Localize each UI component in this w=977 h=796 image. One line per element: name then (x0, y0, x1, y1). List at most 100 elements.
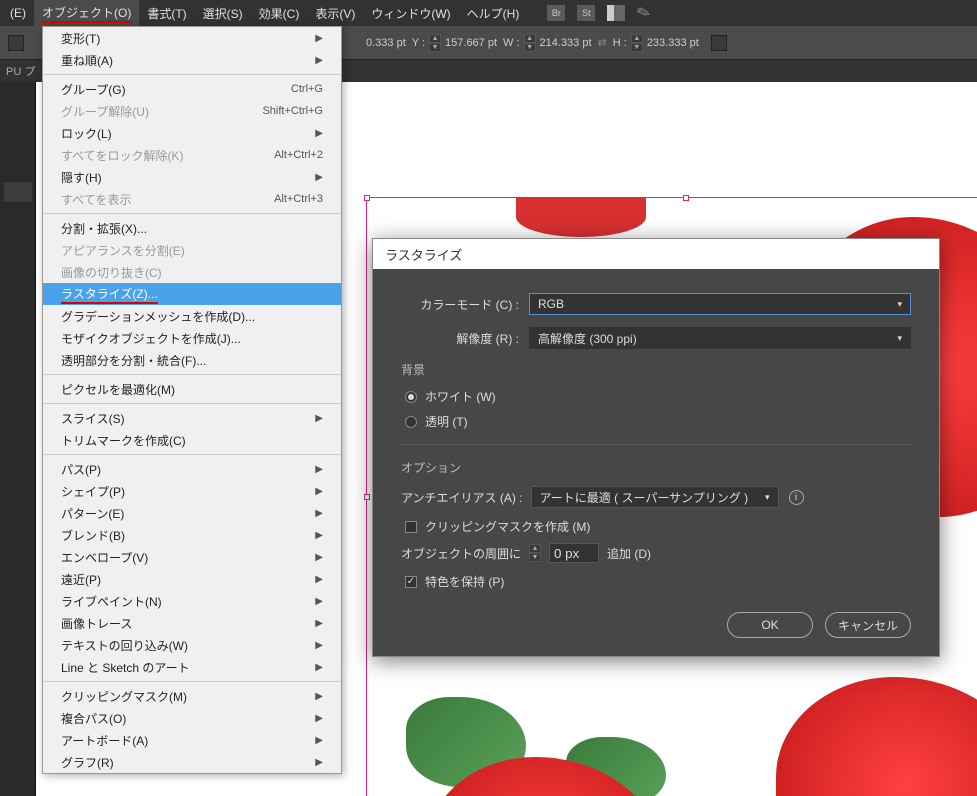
antialias-select[interactable]: アートに最適 ( スーパーサンプリング )▾ (531, 486, 779, 508)
menu-separator (43, 403, 341, 404)
menu-item-label: 複合パス(O) (61, 710, 126, 727)
arrange-icon[interactable] (607, 5, 625, 21)
menu-edit[interactable]: (E) (2, 0, 34, 26)
menu-item[interactable]: Line と Sketch のアート▶ (43, 656, 341, 678)
stock-icon[interactable]: St (577, 5, 595, 21)
menu-item-label: エンベロープ(V) (61, 549, 148, 566)
menu-item[interactable]: 画像トレース ▶ (43, 612, 341, 634)
menu-item[interactable]: 重ね順(A) ▶ (43, 49, 341, 71)
menu-item[interactable]: 隠す(H) ▶ (43, 166, 341, 188)
menu-item[interactable]: トリムマークを作成(C) (43, 429, 341, 451)
menu-effect[interactable]: 効果(C) (251, 0, 308, 26)
menu-item: すべてをロック解除(K) Alt+Ctrl+2 (43, 144, 341, 166)
menu-item-label: 遠近(P) (61, 571, 101, 588)
menu-item[interactable]: アートボード(A)▶ (43, 729, 341, 751)
selection-handle[interactable] (364, 195, 370, 201)
w-spinner[interactable]: ▲▼ (524, 34, 536, 52)
menu-type[interactable]: 書式(T) (139, 0, 194, 26)
menu-item[interactable]: グラフ(R)▶ (43, 751, 341, 773)
bridge-icon[interactable]: Br (547, 5, 565, 21)
menu-help[interactable]: ヘルプ(H) (459, 0, 528, 26)
h-spinner[interactable]: ▲▼ (631, 34, 643, 52)
menu-view[interactable]: 表示(V) (307, 0, 363, 26)
color-mode-select[interactable]: RGB▾ (529, 293, 911, 315)
submenu-arrow-icon: ▶ (315, 55, 323, 66)
menu-item[interactable]: 透明部分を分割・統合(F)... (43, 349, 341, 371)
menu-item[interactable]: グループ(G)Ctrl+G (43, 78, 341, 100)
menu-item-label: ブレンド(B) (61, 527, 125, 544)
panel-tab[interactable] (4, 182, 32, 202)
menu-item[interactable]: パターン(E)▶ (43, 502, 341, 524)
bg-transparent-radio[interactable]: 透明 (T) (401, 413, 911, 430)
submenu-arrow-icon: ▶ (315, 172, 323, 183)
resolution-label: 解像度 (R) : (401, 330, 529, 347)
transform-icon[interactable] (711, 35, 727, 51)
menu-window[interactable]: ウィンドウ(W) (363, 0, 458, 26)
menu-item-label: 隠す(H) (61, 169, 102, 186)
menu-item[interactable]: クリッピングマスク(M)▶ (43, 685, 341, 707)
menu-item-label: 重ね順(A) (61, 52, 113, 69)
menu-item[interactable]: ラスタライズ(Z)... (43, 283, 341, 305)
info-icon[interactable]: i (789, 490, 804, 505)
menu-item[interactable]: 変形(T)▶ (43, 27, 341, 49)
selection-handle[interactable] (683, 195, 689, 201)
menu-item[interactable]: 分割・拡張(X)... (43, 217, 341, 239)
submenu-arrow-icon: ▶ (315, 33, 323, 44)
clip-mask-checkbox[interactable]: クリッピングマスクを作成 (M) (401, 518, 911, 535)
menu-item[interactable]: 遠近(P) ▶ (43, 568, 341, 590)
menu-item-label: ピクセルを最適化(M) (61, 381, 175, 398)
padding-input[interactable] (549, 543, 599, 563)
menu-select[interactable]: 選択(S) (195, 0, 251, 26)
menu-shortcut: Alt+Ctrl+2 (274, 149, 323, 161)
ok-button[interactable]: OK (727, 612, 813, 638)
submenu-arrow-icon: ▶ (315, 618, 323, 629)
w-field[interactable]: W : ▲▼ 214.333 pt (503, 34, 592, 52)
menu-item[interactable]: グラデーションメッシュを作成(D)... (43, 305, 341, 327)
cancel-button[interactable]: キャンセル (825, 612, 911, 638)
menu-item[interactable]: ロック(L)▶ (43, 122, 341, 144)
menu-item[interactable]: ライブペイント(N)▶ (43, 590, 341, 612)
bg-white-radio[interactable]: ホワイト (W) (401, 388, 911, 405)
object-menu-dropdown: 変形(T)▶重ね順(A)▶グループ(G)Ctrl+Gグループ解除(U)Shift… (42, 26, 342, 774)
antialias-label: アンチエイリアス (A) : (401, 489, 523, 506)
menu-item[interactable]: シェイプ(P)▶ (43, 480, 341, 502)
menu-item-label: アートボード(A) (61, 732, 148, 749)
menu-item[interactable]: 複合パス(O)▶ (43, 707, 341, 729)
resolution-select[interactable]: 高解像度 (300 ppi)▾ (529, 327, 911, 349)
menu-item[interactable]: パス(P)▶ (43, 458, 341, 480)
menu-item-label: シェイプ(P) (61, 483, 125, 500)
y-field[interactable]: Y : ▲▼ 157.667 pt (412, 34, 497, 52)
menu-item-label: グラフ(R) (61, 754, 114, 771)
menu-item-label: すべてを表示 (61, 191, 131, 208)
x-field[interactable]: 0.333 pt (366, 37, 406, 49)
menu-item[interactable]: スライス(S)▶ (43, 407, 341, 429)
color-mode-label: カラーモード (C) : (401, 296, 529, 313)
checkbox-icon (405, 576, 417, 588)
menu-object[interactable]: オブジェクト(O) (34, 0, 139, 26)
selection-handle[interactable] (364, 494, 370, 500)
ref-point-icon[interactable] (8, 35, 24, 51)
brush-icon[interactable]: ✎ (634, 1, 653, 24)
menu-item[interactable]: ブレンド(B) ▶ (43, 524, 341, 546)
menu-item-label: 画像トレース (61, 615, 132, 632)
padding-spinner[interactable]: ▲▼ (529, 544, 541, 562)
submenu-arrow-icon: ▶ (315, 413, 323, 424)
menu-item[interactable]: エンベロープ(V)▶ (43, 546, 341, 568)
menu-item[interactable]: ピクセルを最適化(M) (43, 378, 341, 400)
menu-separator (43, 374, 341, 375)
submenu-arrow-icon: ▶ (315, 596, 323, 607)
submenu-arrow-icon: ▶ (315, 530, 323, 541)
menu-separator (43, 213, 341, 214)
menu-item-label: ラスタライズ(Z)... (61, 285, 158, 304)
menu-item-label: すべてをロック解除(K) (61, 147, 183, 164)
menu-item[interactable]: モザイクオブジェクトを作成(J)... (43, 327, 341, 349)
submenu-arrow-icon: ▶ (315, 574, 323, 585)
menu-shortcut: Alt+Ctrl+3 (274, 193, 323, 205)
menu-item-label: クリッピングマスク(M) (61, 688, 187, 705)
link-icon[interactable]: ⇄ (598, 36, 607, 49)
h-field[interactable]: H : ▲▼ 233.333 pt (613, 34, 699, 52)
menu-item[interactable]: テキストの回り込み(W)▶ (43, 634, 341, 656)
y-spinner[interactable]: ▲▼ (429, 34, 441, 52)
menu-item-label: アピアランスを分割(E) (61, 242, 185, 259)
preserve-spot-checkbox[interactable]: 特色を保持 (P) (401, 573, 911, 590)
